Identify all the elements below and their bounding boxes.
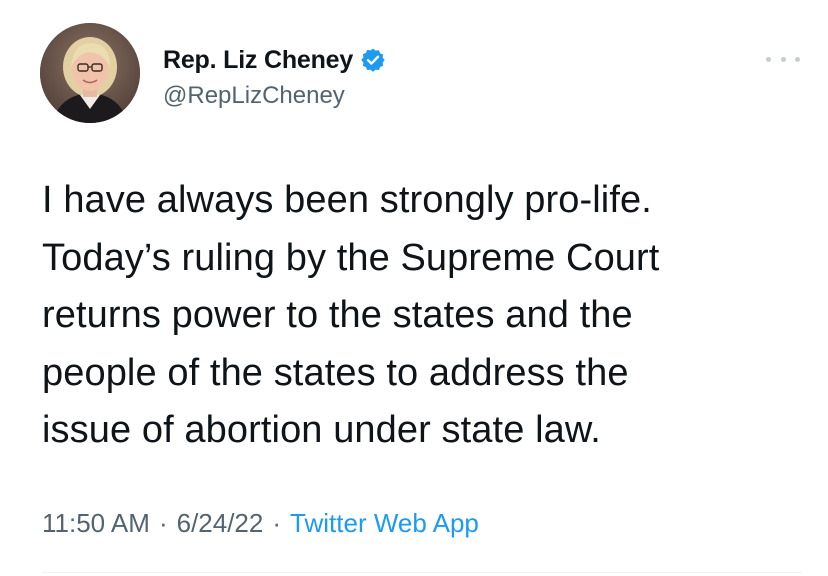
divider — [42, 572, 802, 573]
tweet-text-line: Today’s ruling by the Supreme Court — [42, 236, 660, 279]
meta-separator: · — [158, 508, 168, 538]
tweet-card: Rep. Liz Cheney @RepLizCheney I have alw… — [0, 0, 828, 576]
avatar[interactable] — [40, 23, 140, 123]
author-display-name[interactable]: Rep. Liz Cheney — [163, 46, 353, 75]
tweet-text: I have always been strongly pro-life. To… — [42, 172, 802, 460]
tweet-text-line: people of the states to address the — [42, 351, 629, 394]
tweet-date[interactable]: 6/24/22 — [177, 508, 264, 539]
author-handle[interactable]: @RepLizCheney — [163, 82, 345, 110]
more-dot — [780, 56, 786, 62]
tweet-text-line: returns power to the states and the — [42, 294, 633, 336]
verified-badge-icon — [360, 47, 386, 73]
meta-separator: · — [272, 508, 282, 538]
more-dot — [795, 56, 800, 62]
tweet-source-link[interactable]: Twitter Web App — [290, 508, 479, 539]
more-options-icon[interactable] — [766, 52, 800, 66]
tweet-metadata: 11:50 AM · 6/24/22 · Twitter Web App — [42, 508, 479, 539]
tweet-text-line: I have always been strongly pro-life. — [42, 179, 652, 221]
more-dot — [766, 56, 771, 62]
tweet-text-line: issue of abortion under state law. — [42, 409, 601, 451]
avatar-image — [40, 23, 140, 123]
tweet-time[interactable]: 11:50 AM — [42, 508, 150, 539]
author-name-row[interactable]: Rep. Liz Cheney — [163, 44, 386, 76]
